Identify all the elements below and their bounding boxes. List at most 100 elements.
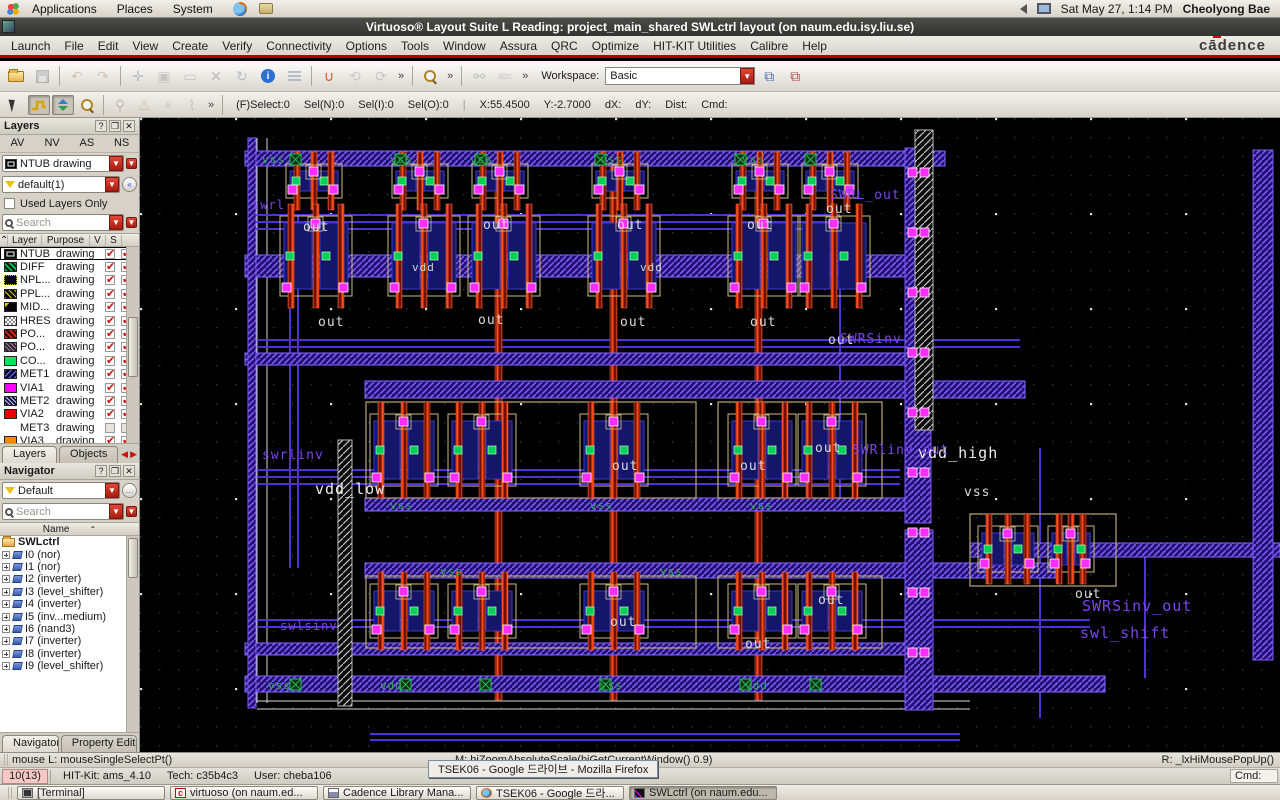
menu-options[interactable]: Options [339, 39, 394, 53]
rotate-button[interactable]: ↻ [230, 64, 254, 88]
tree-root-swlctrl[interactable]: SWLctrl [0, 536, 139, 548]
menu-window[interactable]: Window [436, 39, 493, 53]
layers-table-header[interactable]: ⌃ Layer Purpose V S [0, 233, 139, 247]
tree-expander-icon[interactable] [2, 662, 10, 670]
layer-extra-dropdown[interactable]: ▼ [126, 158, 137, 169]
active-layer-selector[interactable]: NTUB drawing ▼ [2, 155, 124, 172]
used-layers-only-checkbox[interactable] [4, 198, 15, 209]
layer-visible-checkbox[interactable] [105, 423, 115, 433]
tree-expander-icon[interactable] [2, 588, 10, 596]
tree-item-i3[interactable]: I3 (level_shifter) [0, 586, 139, 598]
window-titlebar[interactable]: Virtuoso® Layout Suite L Reading: projec… [0, 18, 1280, 36]
navigator-help-button[interactable]: ? [95, 465, 107, 477]
layer-row-po[interactable]: PO...drawing [0, 341, 139, 354]
copy-button[interactable]: ▣ [152, 64, 176, 88]
menu-calibre[interactable]: Calibre [743, 39, 795, 53]
save-button[interactable] [30, 64, 54, 88]
gnome-menu-icon[interactable] [6, 2, 20, 16]
menu-create[interactable]: Create [165, 39, 215, 53]
tab-objects[interactable]: Objects [59, 446, 118, 463]
layer-row-co[interactable]: CO...drawing [0, 354, 139, 367]
layers-scrollbar[interactable] [126, 247, 139, 443]
layer-row-ntub[interactable]: NTUBdrawing [0, 247, 139, 260]
tree-expander-icon[interactable] [2, 600, 10, 608]
save-workspace-button[interactable]: ⧉ [757, 64, 781, 88]
zoom-select-button[interactable] [76, 95, 98, 115]
package-launcher-icon[interactable] [259, 3, 273, 14]
navigator-scrollbar[interactable] [126, 536, 139, 732]
menu-tools[interactable]: Tools [394, 39, 436, 53]
properties-button[interactable]: i [256, 64, 280, 88]
layer-visible-checkbox[interactable] [105, 356, 115, 366]
taskbar-layout[interactable]: SWLctrl (on naum.edu... [629, 786, 777, 800]
layers-search-field[interactable]: ▼ [2, 214, 124, 231]
layer-filter-selector[interactable]: default(1) ▼ [2, 176, 120, 193]
tree-item-i8[interactable]: I8 (inverter) [0, 648, 139, 660]
workspace-select[interactable]: Basic ▼ [605, 67, 755, 85]
layer-visible-checkbox[interactable] [105, 396, 115, 406]
navigator-filter-dropdown-arrow[interactable]: ▼ [105, 483, 119, 498]
navigator-name-header[interactable]: Name⌃ [0, 522, 139, 536]
taskbar-cadence[interactable]: c̄virtuoso (on naum.ed... [170, 786, 318, 800]
tree-expander-icon[interactable] [2, 650, 10, 658]
workspace-dropdown-arrow[interactable]: ▼ [740, 68, 754, 84]
layers-panel-header[interactable]: Layers ? ❐ ✕ [0, 118, 139, 135]
wire-mode-button[interactable] [28, 95, 50, 115]
layer-row-via1[interactable]: VIA1drawing [0, 381, 139, 394]
layer-row-ppl[interactable]: PPL...drawing [0, 287, 139, 300]
rotate-cw-button[interactable]: ⟳ [369, 64, 393, 88]
tree-item-i9[interactable]: I9 (level_shifter) [0, 660, 139, 672]
toolbar-overflow-4[interactable]: » [205, 99, 217, 111]
tree-item-i5[interactable]: I5 (inv...medium) [0, 610, 139, 622]
navigator-float-button[interactable]: ❐ [109, 465, 121, 477]
navigator-panel-header[interactable]: Navigator ? ❐ ✕ [0, 463, 139, 480]
via-mode-button[interactable] [52, 95, 74, 115]
tabs-scroll-right-icon[interactable]: ▶ [130, 449, 137, 460]
layer-filter-reset-button[interactable]: « [122, 177, 137, 192]
tree-item-i1[interactable]: I1 (nor) [0, 561, 139, 573]
layer-row-met2[interactable]: MET2drawing [0, 394, 139, 407]
delete-button[interactable]: ✕ [204, 64, 228, 88]
layer-row-via3[interactable]: VIA3drawing [0, 434, 139, 443]
layer-row-npl[interactable]: NPL...drawing [0, 274, 139, 287]
tab-navigator[interactable]: Navigator [2, 735, 59, 752]
layer-row-via2[interactable]: VIA2drawing [0, 408, 139, 421]
layer-row-diff[interactable]: DIFFdrawing [0, 260, 139, 273]
menu-launch[interactable]: Launch [4, 39, 57, 53]
layer-visible-checkbox[interactable] [105, 342, 115, 352]
menu-help[interactable]: Help [795, 39, 834, 53]
menu-assura[interactable]: Assura [493, 39, 544, 53]
menu-qrc[interactable]: QRC [544, 39, 585, 53]
label-tool-button[interactable]: abc [493, 64, 517, 88]
layer-visible-checkbox[interactable] [105, 329, 115, 339]
delete-workspace-button[interactable]: ⧉ [783, 64, 807, 88]
menu-hit-kit-utilities[interactable]: HIT-KIT Utilities [646, 39, 743, 53]
tree-expander-icon[interactable] [2, 551, 10, 559]
layer-visible-checkbox[interactable] [105, 302, 115, 312]
vis-button-nv[interactable]: NV [35, 135, 70, 152]
active-layer-dropdown-arrow[interactable]: ▼ [109, 156, 123, 171]
tab-layers[interactable]: Layers [2, 446, 57, 463]
marker-button[interactable]: ⚠ [133, 95, 155, 115]
layer-row-met3[interactable]: MET3drawing [0, 421, 139, 434]
align-button[interactable] [282, 64, 306, 88]
vis-button-as[interactable]: AS [70, 135, 105, 152]
layer-visible-checkbox[interactable] [105, 409, 115, 419]
tree-item-i0[interactable]: I0 (nor) [0, 548, 139, 560]
used-layers-only-row[interactable]: Used Layers Only [0, 195, 139, 212]
navigator-search-field[interactable]: ▼ [2, 503, 124, 520]
menu-file[interactable]: File [57, 39, 90, 53]
rotate-ccw-button[interactable]: ⟲ [343, 64, 367, 88]
tree-expander-icon[interactable] [2, 625, 10, 633]
ruler-button[interactable]: ⌇ [181, 95, 203, 115]
navigator-close-button[interactable]: ✕ [123, 465, 135, 477]
layers-search-extra-dropdown[interactable]: ▼ [126, 217, 137, 228]
redo-button[interactable]: ↷ [91, 64, 115, 88]
undo-button[interactable]: ↶ [65, 64, 89, 88]
cmd-field[interactable]: Cmd: [1230, 769, 1278, 783]
layer-visible-checkbox[interactable] [105, 436, 115, 443]
select-mode-button[interactable] [4, 95, 26, 115]
layer-visible-checkbox[interactable] [105, 289, 115, 299]
tree-item-i4[interactable]: I4 (inverter) [0, 598, 139, 610]
system-menu[interactable]: System [165, 2, 221, 16]
